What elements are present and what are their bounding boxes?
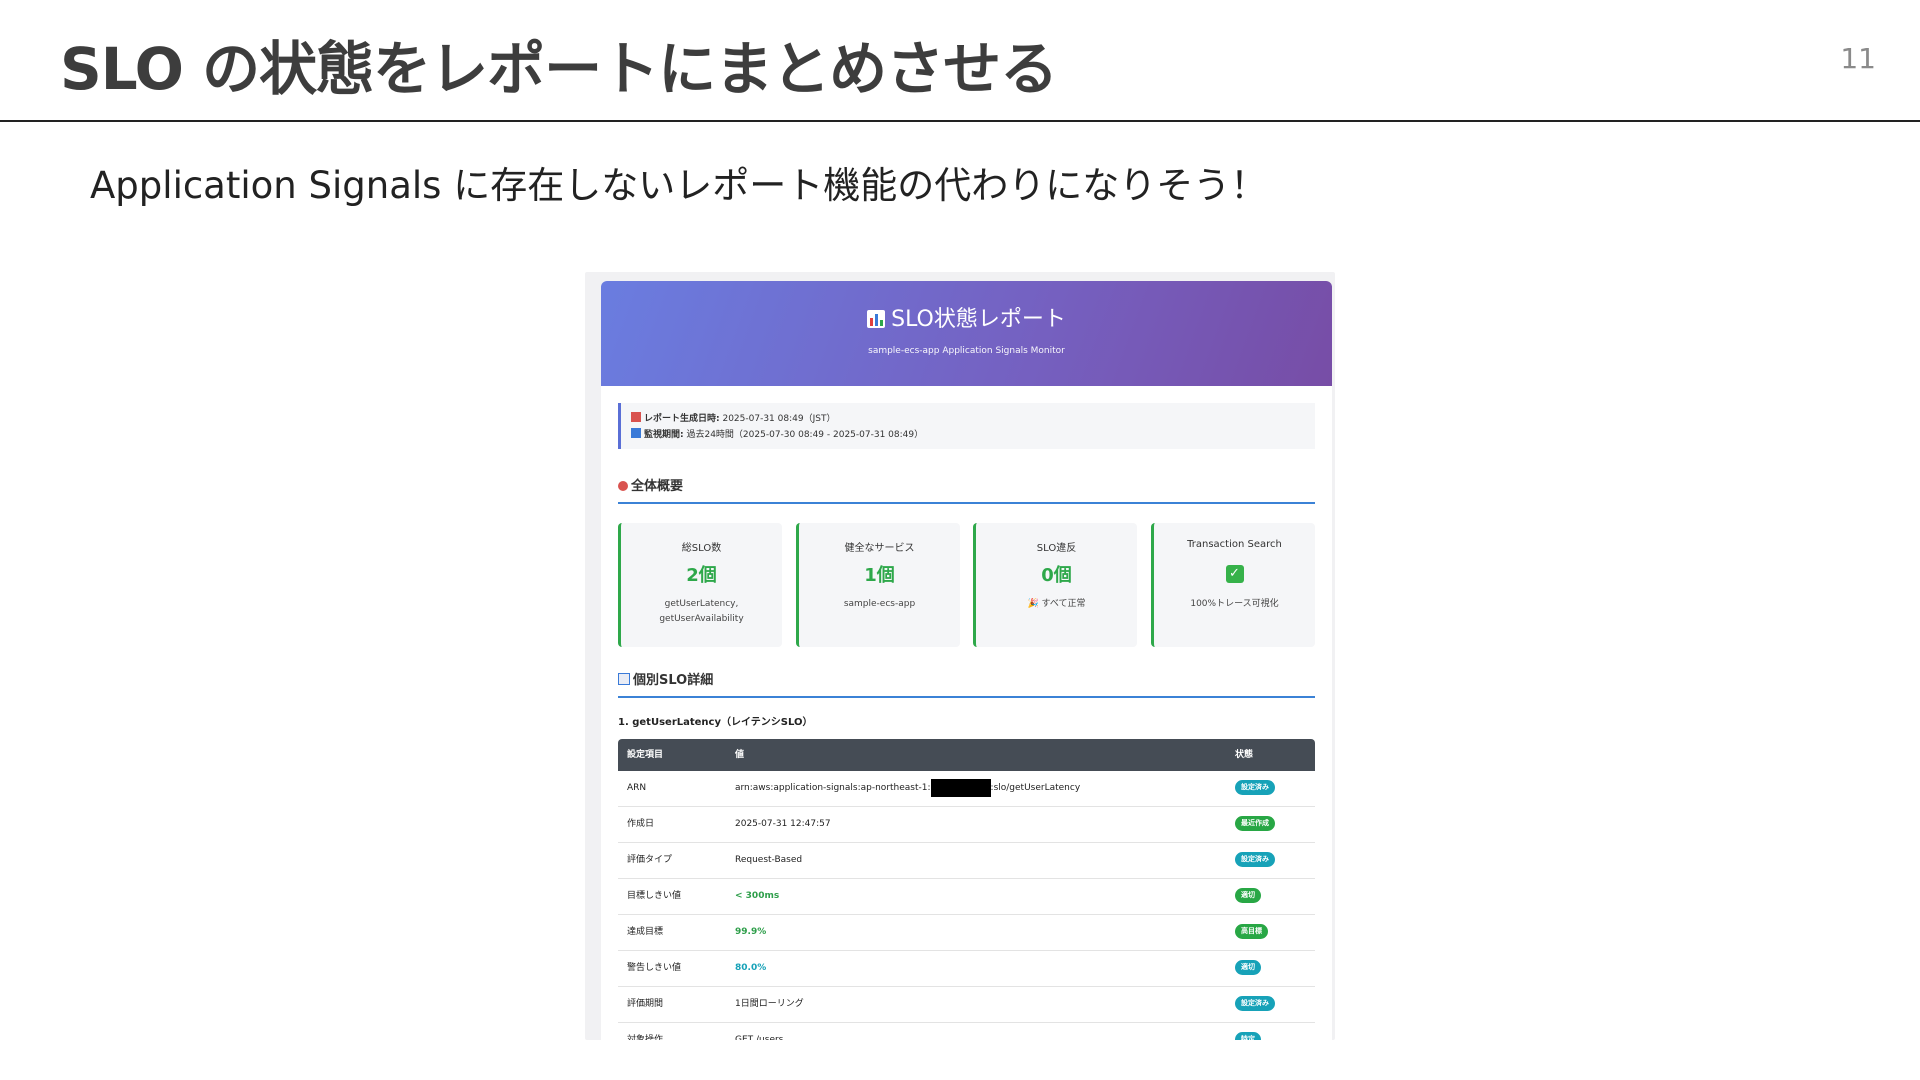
overview-heading: 全体概要	[618, 475, 1315, 504]
card-slo-violations: SLO違反 0個 🎉 すべて正常	[973, 523, 1137, 647]
report-header: SLO状態レポート sample-ecs-app Application Sig…	[601, 281, 1332, 386]
status-badge: 特定	[1235, 1032, 1261, 1040]
redacted-account-id	[930, 778, 991, 797]
report-title-text: SLO状態レポート	[891, 307, 1066, 332]
status-badge: 設定済み	[1235, 996, 1275, 1011]
slide-title: SLO の状態をレポートにまとめさせる	[60, 35, 1058, 103]
table-header: 設定項目 値 状態	[618, 739, 1315, 771]
card-note-all-ok: 🎉 すべて正常	[1027, 599, 1086, 609]
slide-subtitle: Application Signals に存在しないレポート機能の代わりになりそ…	[90, 164, 1268, 207]
calendar-icon	[631, 412, 641, 422]
slo-detail-table: 設定項目 値 状態 ARN arn:aws:application-signal…	[618, 739, 1315, 1040]
target-icon	[618, 481, 628, 491]
trend-chart-icon	[618, 673, 630, 685]
meta-period: 監視期間: 過去24時間（2025-07-30 08:49 - 2025-07-…	[631, 427, 923, 440]
table-row: 警告しきい値 80.0% 適切	[618, 951, 1315, 987]
report-meta: レポート生成日時: 2025-07-31 08:49（JST） 監視期間: 過去…	[618, 403, 1315, 449]
chart-icon	[631, 428, 641, 438]
bar-chart-icon	[867, 310, 886, 328]
card-total-slo: 総SLO数 2個 getUserLatency, getUserAvailabi…	[618, 523, 782, 647]
table-row: 目標しきい値 < 300ms 適切	[618, 879, 1315, 915]
report-title: SLO状態レポート	[601, 301, 1332, 333]
detail-heading: 個別SLO詳細	[618, 669, 1315, 698]
title-divider	[0, 120, 1920, 122]
meta-generated: レポート生成日時: 2025-07-31 08:49（JST）	[631, 411, 835, 424]
status-badge: 高目標	[1235, 924, 1268, 939]
table-row: 評価期間 1日間ローリング 設定済み	[618, 987, 1315, 1023]
status-badge: 適切	[1235, 960, 1261, 975]
card-transaction-search: Transaction Search ✓ 100%トレース可視化	[1151, 523, 1315, 647]
page-number: 11	[1840, 42, 1876, 75]
card-healthy-services: 健全なサービス 1個 sample-ecs-app	[796, 523, 960, 647]
status-badge: 適切	[1235, 888, 1261, 903]
table-row: ARN arn:aws:application-signals:ap-north…	[618, 771, 1315, 807]
slo-title: 1. getUserLatency（レイテンシSLO）	[618, 717, 813, 728]
table-row: 達成目標 99.9% 高目標	[618, 915, 1315, 951]
report-screenshot: SLO状態レポート sample-ecs-app Application Sig…	[585, 272, 1335, 1040]
table-row: 評価タイプ Request-Based 設定済み	[618, 843, 1315, 879]
report-subtitle: sample-ecs-app Application Signals Monit…	[868, 346, 1065, 356]
table-row: 対象操作 GET /users 特定	[618, 1023, 1315, 1040]
status-badge: 設定済み	[1235, 852, 1275, 867]
status-badge: 最近作成	[1235, 816, 1275, 831]
slo-report: SLO状態レポート sample-ecs-app Application Sig…	[601, 281, 1332, 1040]
status-badge: 設定済み	[1235, 780, 1275, 795]
overview-cards: 総SLO数 2個 getUserLatency, getUserAvailabi…	[618, 523, 1315, 647]
checkmark-icon: ✓	[1225, 565, 1244, 583]
table-row: 作成日 2025-07-31 12:47:57 最近作成	[618, 807, 1315, 843]
